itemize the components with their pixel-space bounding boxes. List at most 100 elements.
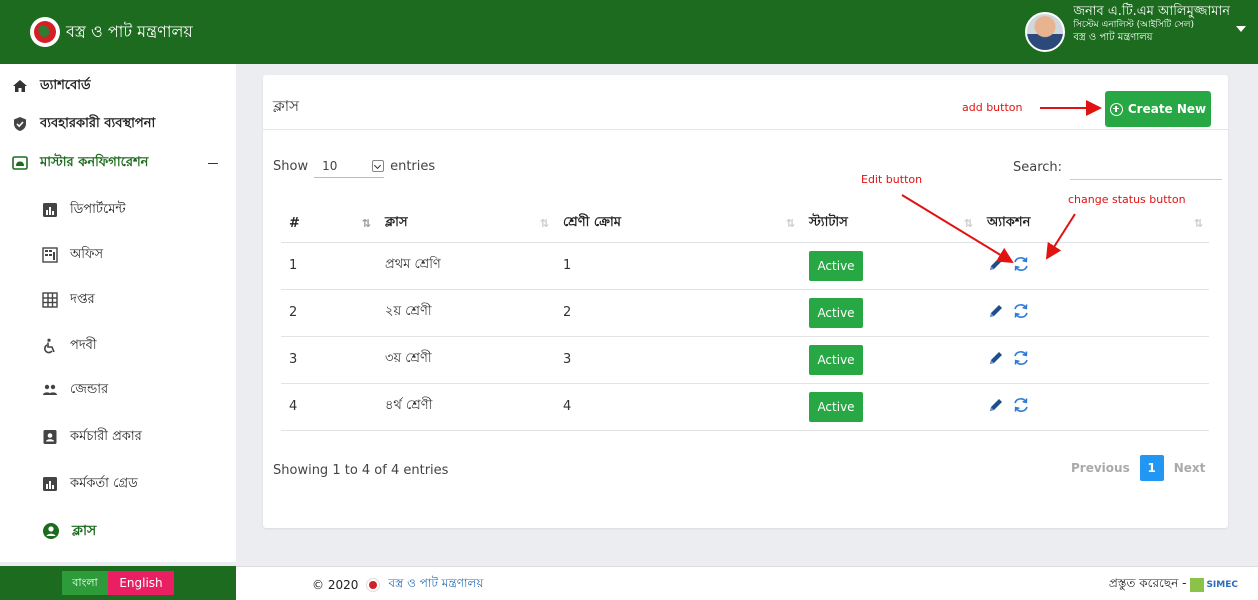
bar-chart-icon [42, 202, 58, 218]
government-logo [30, 17, 60, 47]
sidebar-item-label: ক্লাস [72, 523, 97, 539]
cell-class: ৪র্থ শ্রেণী [377, 383, 555, 431]
edit-pencil-icon[interactable] [987, 302, 1005, 320]
cell-order: 3 [555, 336, 801, 384]
sidebar-item-user-management[interactable]: ব্যবহারকারী ব্যবস্থাপনা [0, 112, 236, 136]
sort-icon: ⇅ [1193, 217, 1203, 230]
sort-icon: ⇅ [785, 217, 795, 230]
search-control: Search: [1013, 154, 1223, 180]
language-english-button[interactable]: English [108, 571, 174, 595]
search-input[interactable] [1070, 154, 1223, 180]
column-header-order[interactable]: শ্রেণী ক্রোম ⇅ [555, 205, 801, 243]
folder-icon [12, 155, 28, 171]
user-office: বস্ত্র ও পাট মন্ত্রণালয় [1073, 31, 1153, 43]
sidebar-item-label: পদবী [70, 337, 97, 353]
table-row: 1 প্রথম শ্রেণি 1 Active [281, 242, 1209, 290]
entries-select[interactable]: 10 [314, 154, 385, 178]
refresh-status-icon[interactable] [1011, 255, 1031, 273]
sidebar-item-dashboard[interactable]: ড্যাশবোর্ড [0, 74, 236, 98]
vendor-logo[interactable]: SIMEC [1190, 578, 1238, 592]
avatar [1025, 12, 1066, 52]
collapse-minus-icon[interactable] [208, 162, 218, 164]
user-role: সিস্টেম এনালিস্ট (আইসিটি সেল) [1073, 20, 1194, 31]
cell-number: 3 [281, 336, 377, 384]
edit-pencil-icon[interactable] [987, 349, 1005, 367]
sidebar-item-label: কর্মকর্তা গ্রেড [70, 475, 138, 491]
status-badge[interactable]: Active [809, 391, 863, 422]
sidebar-item-label: ডিপার্টমেন্ট [70, 201, 126, 217]
cell-status: Active [801, 383, 979, 431]
cell-class: ২য় শ্রেণী [377, 289, 555, 337]
class-table: # ⇅ ক্লাস ⇅ শ্রেণী ক্রোম ⇅ স্ট্যাটাস ⇅ অ… [281, 205, 1209, 431]
sidebar-item-gender[interactable]: জেন্ডার [0, 378, 236, 402]
ministry-link[interactable]: বস্ত্র ও পাট মন্ত্রণালয় [388, 575, 483, 595]
user-menu[interactable]: জনাব এ.টি.এম আলিমুজ্জামান সিস্টেম এনালিস… [1025, 4, 1246, 52]
plus-circle-icon [1109, 102, 1123, 116]
pagination-page-1[interactable]: 1 [1139, 455, 1164, 481]
table-row: 2 ২য় শ্রেণী 2 Active [281, 289, 1209, 337]
sidebar: ড্যাশবোর্ড ব্যবহারকারী ব্যবস্থাপনা মাস্ট… [0, 64, 236, 562]
table-row: 4 ৪র্থ শ্রেণী 4 Active [281, 383, 1209, 431]
entries-label: entries [390, 158, 436, 174]
status-badge[interactable]: Active [809, 297, 863, 328]
cell-order: 1 [555, 242, 801, 290]
home-icon [12, 78, 28, 94]
page-title: ক্লাস [273, 97, 300, 115]
sidebar-item-class[interactable]: ক্লাস [0, 518, 236, 544]
cell-status: Active [801, 336, 979, 384]
edit-pencil-icon[interactable] [987, 396, 1005, 414]
edit-pencil-icon[interactable] [987, 255, 1005, 273]
pagination-next[interactable]: Next [1174, 461, 1206, 475]
sidebar-item-designation[interactable]: পদবী [0, 334, 236, 358]
caret-down-icon[interactable] [1236, 26, 1246, 32]
sidebar-item-label: জেন্ডার [70, 381, 109, 397]
cell-number: 1 [281, 242, 377, 290]
accessible-icon [42, 338, 58, 354]
refresh-status-icon[interactable] [1011, 349, 1031, 367]
sidebar-item-label: ড্যাশবোর্ড [40, 77, 91, 93]
table-info: Showing 1 to 4 of 4 entries [273, 463, 449, 478]
annotation-add-button: add button [962, 101, 1023, 114]
badge-icon [42, 429, 58, 445]
column-header-status[interactable]: স্ট্যাটাস ⇅ [801, 205, 979, 243]
sidebar-item-master-config[interactable]: মাস্টার কনফিগারেশন [0, 151, 236, 175]
column-header-action[interactable]: অ্যাকশন ⇅ [979, 205, 1209, 243]
column-header-number[interactable]: # ⇅ [281, 205, 377, 243]
sort-icon: ⇅ [539, 217, 549, 230]
people-icon [42, 382, 58, 398]
create-new-label: Create New [1127, 102, 1207, 116]
status-badge[interactable]: Active [809, 250, 863, 281]
sidebar-item-dopter[interactable]: দপ্তর [0, 288, 236, 312]
table-header-row: # ⇅ ক্লাস ⇅ শ্রেণী ক্রোম ⇅ স্ট্যাটাস ⇅ অ… [281, 205, 1209, 243]
bar-chart-icon [42, 476, 58, 492]
made-by-text: প্রস্তুত করেছেন - [1108, 576, 1187, 590]
sidebar-item-employee-type[interactable]: কর্মচারী প্রকার [0, 425, 236, 449]
show-label: Show [273, 158, 309, 174]
language-switch: বাংলা English [0, 566, 236, 600]
cell-class: ৩য় শ্রেণী [377, 336, 555, 384]
sidebar-item-officer-grade[interactable]: কর্মকর্তা গ্রেড [0, 472, 236, 496]
sidebar-item-label: ব্যবহারকারী ব্যবস্থাপনা [40, 115, 156, 131]
pagination: Previous 1 Next [1071, 455, 1205, 481]
class-card: ক্লাস Create New Show 10 entries Search:… [263, 75, 1228, 528]
refresh-status-icon[interactable] [1011, 396, 1031, 414]
copyright-text: © 2020 [312, 578, 359, 592]
vendor-logo-mark [1190, 578, 1205, 592]
sort-asc-icon: ⇅ [361, 217, 371, 230]
cell-number: 2 [281, 289, 377, 337]
column-header-class[interactable]: ক্লাস ⇅ [377, 205, 555, 243]
grid-icon [42, 292, 58, 308]
cell-actions [979, 289, 1209, 337]
refresh-status-icon[interactable] [1011, 302, 1031, 320]
sidebar-item-office[interactable]: অফিস [0, 243, 236, 267]
sidebar-item-department[interactable]: ডিপার্টমেন্ট [0, 198, 236, 222]
create-new-button[interactable]: Create New [1105, 91, 1211, 127]
status-badge[interactable]: Active [809, 344, 863, 375]
language-bangla-button[interactable]: বাংলা [62, 571, 108, 595]
user-circle-icon [42, 522, 60, 540]
cell-order: 4 [555, 383, 801, 431]
brand[interactable]: বস্ত্র ও পাট মন্ত্রণালয় [0, 0, 236, 64]
pagination-previous[interactable]: Previous [1071, 461, 1130, 475]
government-logo-small [366, 578, 381, 592]
annotation-change-status-button: change status button [1068, 193, 1186, 206]
